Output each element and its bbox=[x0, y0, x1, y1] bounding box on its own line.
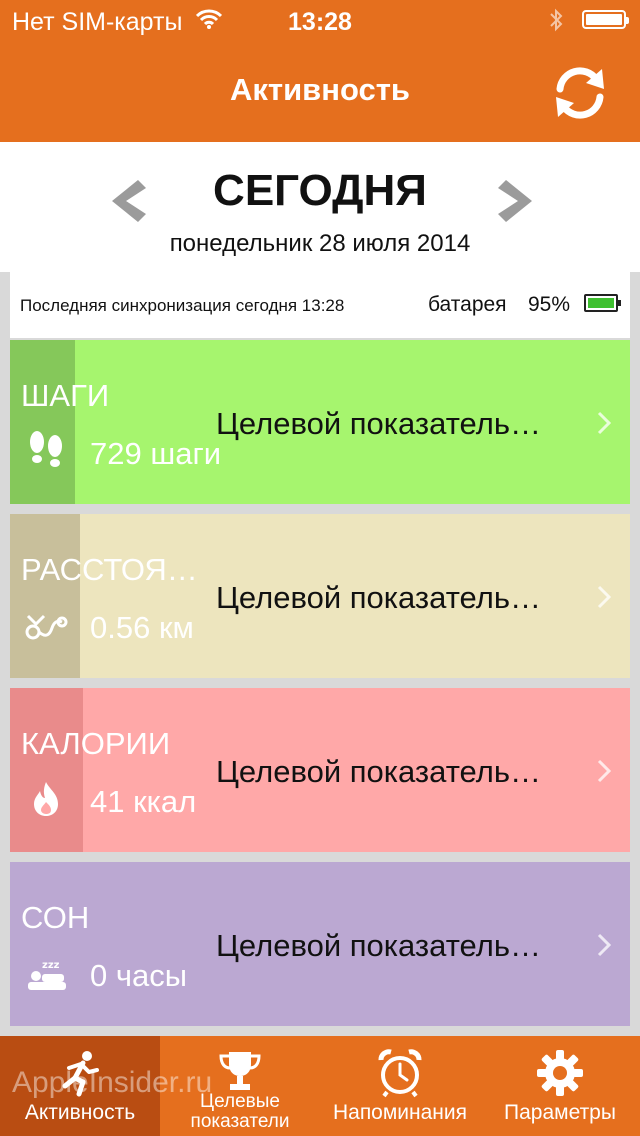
distance-progress-strip bbox=[10, 514, 80, 678]
tab-label: Параметры bbox=[504, 1101, 616, 1124]
tab-goals[interactable]: Целевые показатели bbox=[160, 1036, 320, 1136]
card-value: 41 ккал bbox=[90, 784, 197, 819]
last-sync-label: Последняя синхронизация сегодня 13:28 bbox=[20, 296, 345, 315]
bluetooth-icon bbox=[550, 8, 563, 32]
tab-reminders[interactable]: Напоминания bbox=[320, 1036, 480, 1136]
device-battery-icon bbox=[584, 294, 621, 312]
goal-label: Целевой показатель… bbox=[216, 928, 542, 963]
sleep-card[interactable]: СОН zzz 0 часы Целевой показатель… bbox=[10, 862, 630, 1026]
sleep-icon: zzz bbox=[28, 960, 66, 990]
calories-progress-strip bbox=[10, 688, 83, 852]
steps-card[interactable]: ШАГИ 729 шаги Целевой показатель… bbox=[10, 340, 630, 504]
distance-card[interactable]: РАССТОЯ… 0.56 км Целевой показатель… bbox=[10, 514, 630, 678]
tab-bar: Активность Целевые показатели Напоминани… bbox=[0, 1036, 640, 1136]
sync-icon[interactable] bbox=[550, 63, 610, 123]
card-label: РАССТОЯ… bbox=[21, 552, 198, 587]
card-value: 729 шаги bbox=[90, 436, 222, 471]
battery-percent: 95% bbox=[528, 293, 571, 316]
steps-progress-strip bbox=[10, 340, 75, 504]
status-bar: Нет SIM-карты 13:28 bbox=[0, 0, 640, 40]
tab-label: Напоминания bbox=[332, 1101, 468, 1124]
goal-label: Целевой показатель… bbox=[216, 406, 542, 441]
running-icon bbox=[62, 1051, 99, 1097]
chevron-right-icon bbox=[597, 411, 612, 435]
flame-icon bbox=[34, 782, 58, 816]
chevron-right-icon bbox=[597, 759, 612, 783]
svg-text:zzz: zzz bbox=[42, 960, 60, 971]
day-title: СЕГОДНЯ bbox=[213, 166, 427, 215]
nav-bar: Активность bbox=[0, 40, 640, 142]
card-label: КАЛОРИИ bbox=[21, 726, 171, 761]
tab-activity[interactable]: Активность bbox=[0, 1036, 160, 1136]
footsteps-icon bbox=[30, 431, 62, 467]
alarm-clock-icon bbox=[378, 1049, 422, 1098]
battery-icon bbox=[582, 10, 629, 29]
tab-label: Активность bbox=[24, 1101, 136, 1124]
status-time: 13:28 bbox=[288, 8, 352, 36]
sync-info-row: Последняя синхронизация сегодня 13:28 ба… bbox=[10, 272, 630, 338]
page-title: Активность bbox=[230, 72, 410, 107]
date-header: СЕГОДНЯ понедельник 28 июля 2014 bbox=[0, 142, 640, 272]
gear-icon bbox=[537, 1050, 583, 1096]
card-label: СОН bbox=[21, 900, 90, 935]
goal-label: Целевой показатель… bbox=[216, 754, 542, 789]
calories-card[interactable]: КАЛОРИИ 41 ккал Целевой показатель… bbox=[10, 688, 630, 852]
chevron-right-icon bbox=[597, 585, 612, 609]
card-label: ШАГИ bbox=[21, 378, 110, 413]
next-day-button[interactable] bbox=[498, 178, 538, 224]
goal-label: Целевой показатель… bbox=[216, 580, 542, 615]
chevron-right-icon bbox=[597, 933, 612, 957]
route-icon bbox=[25, 614, 68, 640]
battery-label: батарея bbox=[428, 293, 507, 316]
date-label: понедельник 28 июля 2014 bbox=[169, 230, 471, 257]
tab-settings[interactable]: Параметры bbox=[480, 1036, 640, 1136]
tab-label: Целевые показатели bbox=[190, 1091, 290, 1132]
card-value: 0.56 км bbox=[90, 610, 194, 645]
card-value: 0 часы bbox=[90, 958, 188, 993]
